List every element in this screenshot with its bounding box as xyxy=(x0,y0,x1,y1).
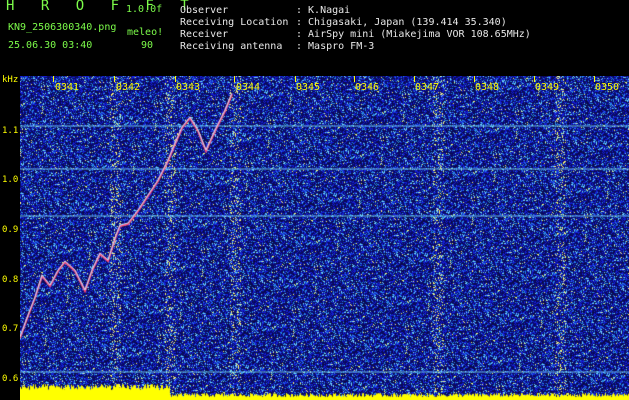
time-tick-label: 0349 xyxy=(535,82,560,93)
info-antenna-label: Receiving antenna xyxy=(180,41,283,52)
site-tag: meleo! xyxy=(127,27,164,38)
time-tick-label: 0347 xyxy=(415,82,440,93)
time-tick-label: 0343 xyxy=(176,82,201,93)
time-tick-mark xyxy=(114,76,115,82)
time-tick-label: 0342 xyxy=(116,82,141,93)
y-tick-label: 1.1 xyxy=(2,126,19,136)
version-label: 1.0.0f xyxy=(126,4,163,15)
filename-label: KN9_2506300340.png xyxy=(8,22,117,33)
gain-value: 90 xyxy=(141,40,154,51)
info-observer-value: : K.Nagai xyxy=(296,5,351,16)
y-tick-label: 0.7 xyxy=(2,324,19,334)
spectrogram-plot xyxy=(20,76,629,400)
y-tick-label: 0.6 xyxy=(2,374,19,384)
app-brand: H R O F F T xyxy=(6,0,198,14)
y-tick-label: 0.8 xyxy=(2,275,19,285)
time-tick-label: 0341 xyxy=(55,82,80,93)
info-observer-label: Observer xyxy=(180,5,229,16)
time-tick-label: 0348 xyxy=(475,82,500,93)
info-location-label: Receiving Location xyxy=(180,17,289,28)
y-tick-label: 1.0 xyxy=(2,175,19,185)
info-antenna-value: : Maspro FM-3 xyxy=(296,41,375,52)
time-tick-label: 0350 xyxy=(595,82,620,93)
time-tick-label: 0345 xyxy=(296,82,321,93)
info-location-value: : Chigasaki, Japan (139.414 35.340) xyxy=(296,17,507,28)
y-tick-label: 0.9 xyxy=(2,225,19,235)
info-receiver-label: Receiver xyxy=(180,29,229,40)
time-tick-label: 0346 xyxy=(355,82,380,93)
info-receiver-value: : AirSpy mini (Miakejima VOR 108.65MHz) xyxy=(296,29,531,40)
y-axis-unit: kHz xyxy=(2,75,19,85)
time-tick-label: 0344 xyxy=(236,82,261,93)
time-tick-mark xyxy=(53,76,54,82)
datetime-label: 25.06.30 03:40 xyxy=(8,40,93,51)
spectrogram-window: H R O F F T 1.0.0f KN9_2506300340.png me… xyxy=(0,0,629,400)
time-tick-mark xyxy=(234,76,235,82)
